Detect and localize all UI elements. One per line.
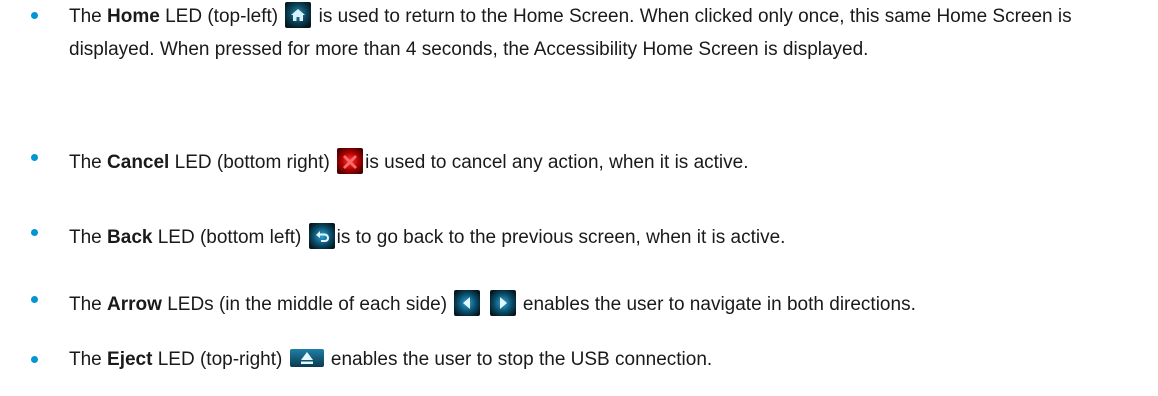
list-item-text: The Back LED (bottom left) is to go back… (69, 221, 1149, 254)
keyword-cancel: Cancel (107, 152, 170, 173)
keyword-back: Back (107, 227, 153, 248)
right-arrow-icon (489, 289, 516, 316)
bullet (31, 229, 38, 236)
back-arrow-icon (308, 222, 335, 249)
left-arrow-icon (454, 289, 481, 316)
bullet (31, 154, 38, 161)
eject-icon (289, 345, 324, 371)
list-item-text: The Eject LED (top-right) enables the us… (69, 343, 1149, 376)
keyword-eject: Eject (107, 349, 153, 370)
home-icon (285, 1, 312, 28)
list-item-text: The Arrow LEDs (in the middle of each si… (69, 288, 1149, 321)
cancel-x-icon (337, 147, 364, 174)
keyword-home: Home (107, 6, 160, 27)
bullet (31, 296, 38, 303)
bullet (31, 12, 38, 19)
list-item-text: The Home LED (top-left) is used to retur… (69, 0, 1149, 66)
keyword-arrow: Arrow (107, 294, 162, 315)
list-item-text: The Cancel LED (bottom right) is used to… (69, 146, 1149, 179)
bullet (31, 356, 38, 363)
